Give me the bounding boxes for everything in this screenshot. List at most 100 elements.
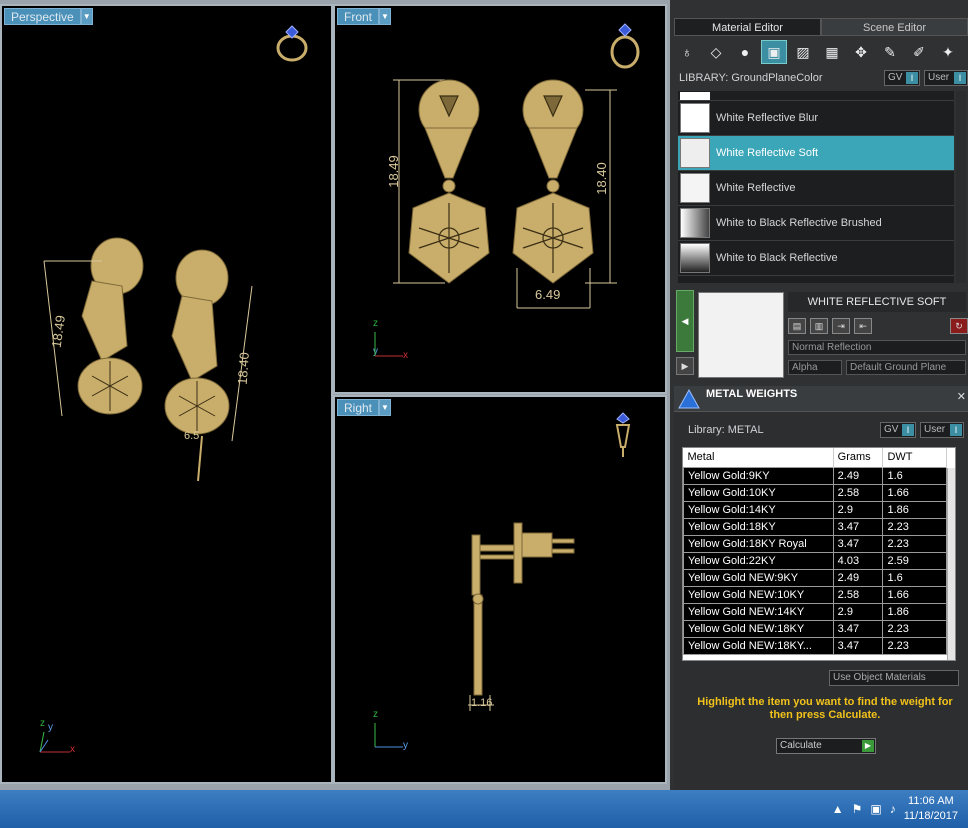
column-header-dwt[interactable]: DWT <box>882 448 947 467</box>
metal-weights-table[interactable]: Metal Grams DWT Yellow Gold:9KY 2.49 1.6 Ye… <box>682 447 956 661</box>
material-list[interactable]: White Reflective Blur White Reflective S… <box>678 91 954 283</box>
table-row[interactable]: Yellow Gold NEW:18KY 3.47 2.23 <box>683 619 947 638</box>
alpha-field[interactable]: Alpha <box>788 360 842 375</box>
table-row[interactable]: Yellow Gold:18KY 3.47 2.23 <box>683 517 947 536</box>
table-row[interactable]: Yellow Gold NEW:18KY... 3.47 2.23 <box>683 636 947 655</box>
gv-label: GV <box>888 72 903 83</box>
texture-icon[interactable]: ▨ <box>790 40 816 64</box>
ring-icon[interactable] <box>605 16 645 72</box>
ground-plane-icon[interactable]: ▣ <box>761 40 787 64</box>
table-row[interactable]: Yellow Gold NEW:14KY 2.9 1.86 <box>683 602 947 621</box>
cell-metal: Yellow Gold:9KY <box>683 466 834 485</box>
table-row[interactable]: Yellow Gold NEW:9KY 2.49 1.6 <box>683 568 947 587</box>
gv-toggle[interactable]: GV I <box>880 422 916 438</box>
refresh-icon[interactable]: ↻ <box>950 318 968 334</box>
light-bulb-icon[interactable]: ✦ <box>935 40 961 64</box>
ring-icon[interactable] <box>272 20 312 64</box>
user-toggle[interactable]: User I <box>924 70 968 86</box>
list-item[interactable]: White Reflective <box>678 171 954 206</box>
checker-icon[interactable]: ✥ <box>848 40 874 64</box>
calculate-label: Calculate <box>780 740 822 751</box>
cell-grams: 2.49 <box>832 568 884 587</box>
material-list-scrollbar[interactable] <box>956 91 966 283</box>
flag-icon[interactable]: ⚑ <box>852 802 863 816</box>
ground-plane-select[interactable]: Default Ground Plane <box>846 360 966 375</box>
list-item[interactable]: White to Black Reflective <box>678 241 954 276</box>
cell-dwt: 1.86 <box>882 602 947 621</box>
close-icon[interactable]: ✕ <box>957 390 966 403</box>
import-icon[interactable]: ⇤ <box>854 318 872 334</box>
chevron-up-icon[interactable]: ▲ <box>832 802 844 816</box>
user-label: User <box>928 72 950 83</box>
library-icon[interactable]: ▥ <box>810 318 828 334</box>
table-row[interactable]: Yellow Gold:22KY 4.03 2.59 <box>683 551 947 570</box>
column-header-grams[interactable]: Grams <box>833 448 884 467</box>
calculate-hint: Highlight the item you want to find the … <box>697 696 953 721</box>
cell-grams: 2.9 <box>832 500 884 519</box>
table-scrollbar[interactable] <box>947 468 955 660</box>
diamond-icon[interactable]: ◇ <box>703 40 729 64</box>
clock[interactable]: 11:06 AM 11/18/2017 <box>904 794 958 824</box>
column-header-metal[interactable]: Metal <box>683 448 834 467</box>
material-name: White Reflective Soft <box>716 147 819 159</box>
chevron-down-icon[interactable]: ▼ <box>379 398 392 416</box>
tab-material-editor[interactable]: Material Editor <box>674 18 821 36</box>
chevron-down-icon[interactable]: ▼ <box>80 7 93 25</box>
right-viewport[interactable]: Right ▼ 1.16 z y <box>333 395 667 784</box>
material-type-icon[interactable]: ♁ <box>674 40 700 64</box>
use-object-materials-field[interactable]: Use Object Materials <box>829 670 959 686</box>
chevron-down-icon[interactable]: ▼ <box>379 7 392 25</box>
list-item[interactable] <box>678 91 954 101</box>
expand-arrow-icon[interactable]: ◀ <box>676 290 694 352</box>
cell-metal: Yellow Gold NEW:14KY <box>683 602 834 621</box>
list-item[interactable]: White Reflective Blur <box>678 101 954 136</box>
cell-grams: 2.58 <box>832 585 884 604</box>
sphere-icon[interactable]: ● <box>732 40 758 64</box>
gv-toggle[interactable]: GV I <box>884 70 920 86</box>
play-arrow-icon[interactable]: ▶ <box>676 357 694 375</box>
table-row[interactable]: Yellow Gold:10KY 2.58 1.66 <box>683 483 947 502</box>
reflection-type-select[interactable]: Normal Reflection <box>788 340 966 355</box>
viewport-label[interactable]: Right ▼ <box>337 398 392 416</box>
table-header-row: Metal Grams DWT <box>683 448 947 467</box>
cell-metal: Yellow Gold NEW:18KY... <box>683 636 834 655</box>
table-row[interactable]: Yellow Gold NEW:10KY 2.58 1.66 <box>683 585 947 604</box>
pattern-icon[interactable]: ▦ <box>819 40 845 64</box>
user-toggle[interactable]: User I <box>920 422 964 438</box>
save-icon[interactable]: ▤ <box>788 318 806 334</box>
list-item[interactable]: White Reflective Soft <box>678 136 954 171</box>
network-icon[interactable]: ▣ <box>870 802 881 816</box>
taskbar: ▲ ⚑ ▣ ♪ 11:06 AM 11/18/2017 <box>0 790 968 828</box>
perspective-viewport[interactable]: Perspective ▼ 18.49 18.40 6.5 z y x <box>0 4 333 784</box>
user-toggle-icon: I <box>954 72 966 84</box>
cell-dwt: 1.66 <box>882 585 947 604</box>
front-viewport[interactable]: Front ▼ 18.49 18.40 6.49 z x <box>333 4 667 394</box>
brush-icon[interactable]: ✐ <box>906 40 932 64</box>
viewport-name: Right <box>337 398 380 416</box>
earring-side-icon[interactable] <box>611 407 635 459</box>
cell-dwt: 2.23 <box>882 636 947 655</box>
table-row[interactable]: Yellow Gold:18KY Royal 3.47 2.23 <box>683 534 947 553</box>
metal-weights-title: METAL WEIGHTS <box>706 388 798 400</box>
viewport-label[interactable]: Perspective ▼ <box>4 7 93 25</box>
cell-grams: 3.47 <box>832 517 884 536</box>
cell-metal: Yellow Gold:18KY Royal <box>683 534 834 553</box>
export-icon[interactable]: ⇥ <box>832 318 850 334</box>
viewport-label[interactable]: Front ▼ <box>337 7 392 25</box>
cell-grams: 2.49 <box>832 466 884 485</box>
material-name: White to Black Reflective <box>716 252 838 264</box>
cell-metal: Yellow Gold:22KY <box>683 551 834 570</box>
viewport-name: Perspective <box>4 7 81 25</box>
calculate-button[interactable]: Calculate ▶ <box>776 738 876 754</box>
table-row[interactable]: Yellow Gold:14KY 2.9 1.86 <box>683 500 947 519</box>
list-item[interactable]: White to Black Reflective Brushed <box>678 206 954 241</box>
paint-icon[interactable]: ✎ <box>877 40 903 64</box>
cell-metal: Yellow Gold NEW:18KY <box>683 619 834 638</box>
volume-icon[interactable]: ♪ <box>890 802 896 816</box>
earring-model-right[interactable] <box>460 515 590 715</box>
tab-scene-editor[interactable]: Scene Editor <box>821 18 968 36</box>
cell-grams: 4.03 <box>832 551 884 570</box>
cell-dwt: 1.66 <box>882 483 947 502</box>
table-row[interactable]: Yellow Gold:9KY 2.49 1.6 <box>683 466 947 485</box>
library-bar: LIBRARY: GroundPlaneColor GV I User I <box>674 68 968 88</box>
